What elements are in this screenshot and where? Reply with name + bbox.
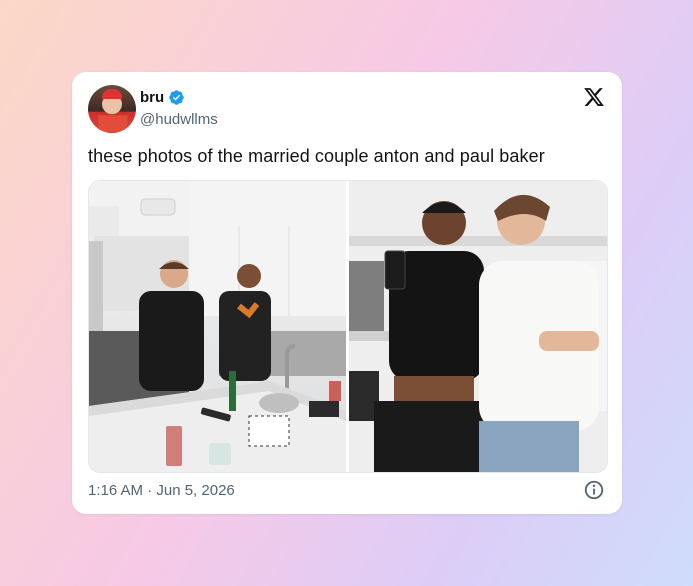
media-grid [88,180,608,473]
user-handle[interactable]: @hudwllms [140,111,218,128]
avatar[interactable] [88,85,136,133]
photo-2-illustration [349,181,607,472]
media-photo-1[interactable] [89,181,346,472]
photo-1-illustration [89,181,346,472]
avatar-cap [102,89,122,99]
tweet-timestamp[interactable]: 1:16 AM · Jun 5, 2026 [88,482,235,499]
verified-badge-icon [169,90,184,105]
tweet-text: these photos of the married couple anton… [88,146,545,166]
display-name[interactable]: bru [140,89,164,106]
avatar-book [98,115,128,133]
info-icon[interactable] [583,479,605,501]
tweet-card: bru @hudwllms these photos of the marrie… [72,72,622,514]
media-photo-2[interactable] [349,181,607,472]
x-logo-icon[interactable] [583,86,605,108]
display-name-row[interactable]: bru [140,89,185,106]
